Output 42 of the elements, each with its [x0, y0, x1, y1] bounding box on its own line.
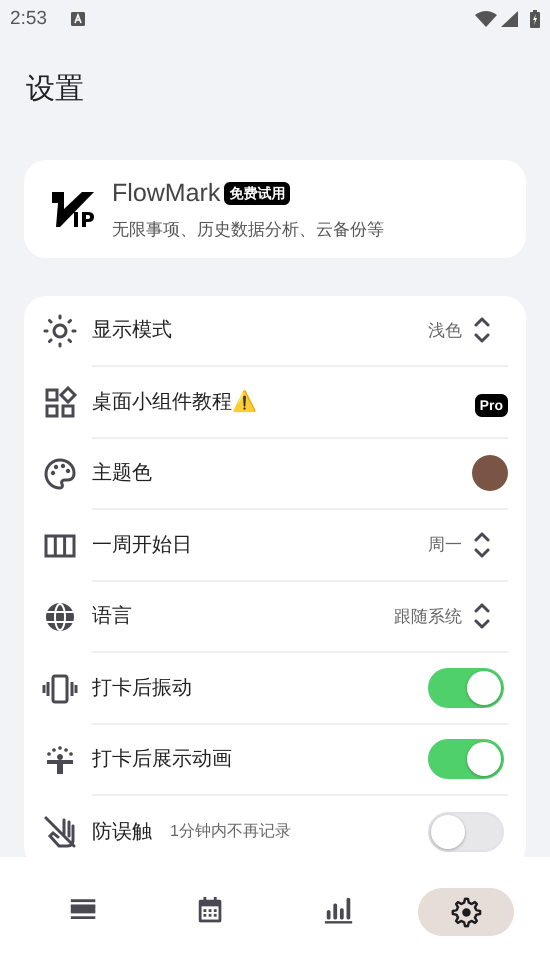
settings-icon [450, 896, 482, 928]
setting-label: 桌面小组件教程⚠ [92, 389, 257, 415]
setting-label: 显示模式 [92, 318, 172, 344]
vip-description: 无限事项、历史数据分析、云备份等 [112, 218, 384, 240]
toggle-switch[interactable] [428, 668, 504, 708]
settings-row[interactable]: 主题色 [42, 438, 508, 510]
setting-value: 跟随系统 [394, 606, 462, 628]
pro-tag: Pro [474, 394, 508, 418]
nav-tab[interactable] [418, 888, 514, 936]
setting-label: 一周开始日 [92, 532, 192, 558]
settings-row[interactable]: 打卡后振动 [42, 653, 508, 724]
setting-value: 周一 [428, 534, 462, 556]
setting-hint: 1分钟内不再记录 [170, 822, 291, 842]
theme-color-swatch[interactable] [472, 455, 508, 492]
settings-row[interactable]: 显示模式 浅色 [42, 296, 508, 367]
up-down-chevron-icon [472, 530, 492, 559]
signal-icon [501, 11, 518, 27]
setting-label: 主题色 [92, 461, 152, 486]
vip-card[interactable]: FlowMark 免费试用 无限事项、历史数据分析、云备份等 [24, 160, 526, 258]
settings-row[interactable]: 防误触 1分钟内不再记录 [42, 796, 508, 857]
settings-row[interactable]: 一周开始日 周一 [42, 510, 508, 582]
sun-icon [42, 313, 78, 350]
setting-label: 防误触 [92, 820, 152, 845]
palette-icon [42, 456, 78, 492]
setting-label: 打卡后振动 [92, 676, 192, 701]
toggle-switch[interactable] [428, 739, 504, 780]
settings-row[interactable]: 语言 跟随系统 [42, 582, 508, 653]
settings-row[interactable]: 打卡后展示动画 [42, 724, 508, 796]
setting-label: 语言 [92, 604, 132, 630]
up-down-chevron-icon [472, 602, 492, 630]
settings-row[interactable]: 桌面小组件教程⚠ Pro [42, 367, 508, 438]
page-title: 设置 [26, 72, 85, 107]
battery-icon [530, 10, 540, 28]
wifi-icon [475, 11, 497, 27]
setting-value: 浅色 [428, 320, 462, 342]
keyboard-icon [70, 12, 85, 26]
status-time: 2:53 [10, 6, 47, 31]
up-down-chevron-icon [472, 316, 492, 344]
trial-tag: 免费试用 [224, 182, 290, 206]
no-touch-hand-icon [42, 814, 78, 850]
setting-label: 打卡后展示动画 [92, 747, 232, 772]
product-name: FlowMark [112, 178, 220, 209]
